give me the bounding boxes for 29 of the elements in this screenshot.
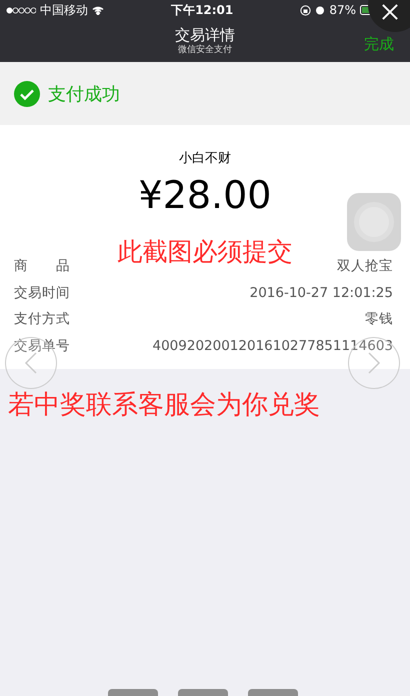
page-subtitle: 微信安全支付 — [178, 44, 232, 56]
annotation-text: 若中奖联系客服会为你兑奖 — [8, 390, 320, 420]
previous-button[interactable] — [5, 337, 57, 389]
detail-label: 交易时间 — [14, 284, 70, 302]
detail-value: 2016-10-27 12:01:25 — [250, 284, 393, 301]
lock-rotation-icon — [300, 4, 312, 16]
detail-value: 4009202001201610277851114603 — [152, 338, 393, 354]
carrier-name: 中国移动 — [40, 2, 88, 18]
payment-status: 支付成功 — [48, 82, 120, 106]
detail-label: 支付方式 — [14, 310, 70, 328]
page-title: 交易详情 — [175, 26, 235, 44]
detail-label: 交易单号 — [14, 336, 70, 355]
merchant-name: 小白不财 — [178, 150, 232, 168]
battery-percent: 87% — [329, 3, 356, 17]
wifi-icon — [92, 6, 104, 14]
signal-icon — [6, 6, 36, 14]
success-check-icon — [14, 80, 40, 106]
annotation-text: 此截图必须提交 — [118, 237, 292, 266]
close-icon — [382, 4, 398, 20]
detail-value: 双人抢宝 — [337, 257, 393, 276]
chevron-right-icon — [367, 352, 381, 374]
assistive-touch-button[interactable] — [347, 193, 401, 251]
alarm-icon — [315, 5, 326, 15]
status-time: 下午12:01 — [171, 2, 234, 18]
payment-amount: ¥28.00 — [138, 173, 272, 217]
done-button[interactable]: 完成 — [364, 35, 394, 54]
chevron-left-icon — [24, 352, 38, 374]
detail-value: 零钱 — [365, 310, 393, 328]
detail-label: 商 品 — [14, 257, 70, 276]
